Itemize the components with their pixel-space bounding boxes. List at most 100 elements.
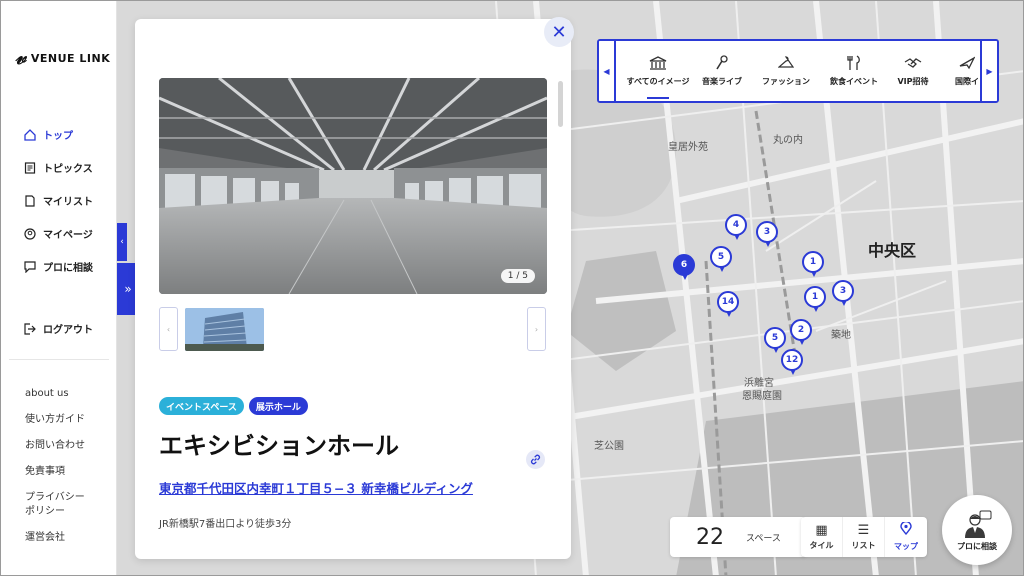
chevron-left-icon: ‹ <box>120 237 124 247</box>
close-button[interactable]: ✕ <box>544 17 574 47</box>
nav-top[interactable]: トップ <box>23 127 73 142</box>
map-label-marunouchi: 丸の内 <box>773 135 803 146</box>
venue-title: エキシビションホール <box>159 432 399 460</box>
sidebar-collapse-tab[interactable]: ‹ <box>117 223 127 261</box>
logo-text: VENUE LINK <box>30 51 111 65</box>
category-fashion-label: ファッション <box>762 77 810 86</box>
nav-top-label: トップ <box>43 131 73 142</box>
venue-tags: イベントスペース 展示ホール <box>159 397 308 415</box>
building-thumbnail-image <box>185 308 264 351</box>
thumbnail-building[interactable] <box>185 308 264 351</box>
nav-mylist-label: マイリスト <box>43 197 93 208</box>
category-vip-label: VIP招待 <box>897 77 929 86</box>
logo-mark: 𝓋 <box>15 45 26 70</box>
result-count: 22 スペース <box>670 517 806 557</box>
nav-mypage-label: マイページ <box>43 230 93 241</box>
sidebar: 𝓋 VENUE LINK トップ トピックス マイリスト マイページ プロに相談… <box>1 1 117 575</box>
footer-link-contact[interactable]: お問い合わせ <box>25 439 85 453</box>
map-label-onshi-teien: 恩賜庭園 <box>742 391 782 402</box>
view-tile-button[interactable]: ▦ タイル <box>801 517 843 557</box>
link-icon[interactable] <box>526 450 545 469</box>
map-pin[interactable]: 2 <box>790 319 812 345</box>
category-international-label: 国際イ <box>955 77 979 86</box>
venue-main-photo[interactable]: 1 / 5 <box>159 78 547 294</box>
category-prev-button[interactable]: ◀ <box>599 41 616 101</box>
app-frame: 皇居外苑 丸の内 中央区 築地 浜離宮 恩賜庭園 芝公園 4 3 6 5 1 1… <box>0 0 1024 576</box>
footer-link-about[interactable]: about us <box>25 387 69 401</box>
thumb-next-button[interactable]: › <box>527 307 546 351</box>
building-icon <box>649 55 667 71</box>
nav-mylist[interactable]: マイリスト <box>23 193 93 208</box>
nav-topics[interactable]: トピックス <box>23 160 93 175</box>
consult-pro-button[interactable]: プロに相談 <box>942 495 1012 565</box>
view-list-label: リスト <box>851 540 876 550</box>
nav-mypage[interactable]: マイページ <box>23 226 93 241</box>
consultant-avatar-icon <box>965 510 992 538</box>
category-music-live[interactable]: 音楽ライブ <box>697 41 747 101</box>
map-pin[interactable]: 12 <box>781 349 803 375</box>
map-pin[interactable]: 3 <box>832 280 854 306</box>
consult-pro-label: プロに相談 <box>957 541 997 551</box>
map-label-tsukiji: 築地 <box>831 330 851 341</box>
hall-photo-image <box>159 78 547 294</box>
map-pin-selected[interactable]: 6 <box>673 254 695 280</box>
view-map-button[interactable]: マップ <box>885 517 927 557</box>
map-pin-icon <box>900 520 912 538</box>
category-bar: ◀ すべてのイメージ 音楽ライブ ファッション 飲食イベント VIP招待 国際イ… <box>597 39 999 103</box>
user-icon <box>23 227 36 240</box>
map-label-shiba-park: 芝公園 <box>594 441 624 452</box>
footer-link-company[interactable]: 運営会社 <box>25 531 65 545</box>
result-count-unit: スペース <box>746 533 781 544</box>
map-pin[interactable]: 1 <box>804 286 826 312</box>
map-pin[interactable]: 4 <box>725 214 747 240</box>
category-vip[interactable]: VIP招待 <box>891 41 935 101</box>
home-icon <box>23 128 36 141</box>
close-icon: ✕ <box>551 21 567 43</box>
map-label-chuo: 中央区 <box>868 241 917 260</box>
category-all-label: すべてのイメージ <box>626 77 690 86</box>
category-all[interactable]: すべてのイメージ <box>623 41 693 101</box>
list-icon: ☰ <box>857 522 870 538</box>
tag-event-space[interactable]: イベントスペース <box>159 397 244 415</box>
map-pin[interactable]: 1 <box>802 251 824 277</box>
sidebar-divider <box>9 359 109 360</box>
chat-icon <box>23 260 36 273</box>
view-switcher: ▦ タイル ☰ リスト マップ <box>801 517 927 557</box>
category-food-event-label: 飲食イベント <box>830 77 878 86</box>
photo-counter: 1 / 5 <box>500 269 535 283</box>
nav-consult-label: プロに相談 <box>43 263 93 274</box>
map-pin[interactable]: 5 <box>764 327 786 353</box>
category-food-event[interactable]: 飲食イベント <box>825 41 883 101</box>
view-list-button[interactable]: ☰ リスト <box>843 517 885 557</box>
map-pin[interactable]: 14 <box>717 291 739 317</box>
logout-icon <box>23 322 36 335</box>
map-pin[interactable]: 5 <box>710 246 732 272</box>
view-tile-label: タイル <box>809 540 834 550</box>
logout-button[interactable]: ログアウト <box>23 321 93 336</box>
cutlery-icon <box>845 55 863 71</box>
map-pin[interactable]: 3 <box>756 221 778 247</box>
plane-icon <box>958 55 976 71</box>
panel-scrollbar[interactable] <box>558 81 563 127</box>
footer-link-disclaimer[interactable]: 免責事項 <box>25 465 65 479</box>
category-fashion[interactable]: ファッション <box>757 41 815 101</box>
double-chevron-icon: » <box>124 282 132 296</box>
footer-link-guide[interactable]: 使い方ガイド <box>25 413 85 427</box>
nav-topics-label: トピックス <box>43 164 93 175</box>
map-label-kokyo: 皇居外苑 <box>668 142 708 153</box>
thumb-prev-button[interactable]: ‹ <box>159 307 178 351</box>
hanger-icon <box>777 55 795 71</box>
grid-icon: ▦ <box>815 522 828 538</box>
view-map-label: マップ <box>894 542 918 551</box>
microphone-icon <box>713 55 731 71</box>
logo[interactable]: 𝓋 VENUE LINK <box>15 47 110 69</box>
footer-link-privacy[interactable]: プライバシー ポリシー <box>25 491 85 519</box>
category-music-live-label: 音楽ライブ <box>702 77 742 86</box>
venue-address-link[interactable]: 東京都千代田区内幸町１丁目５−３ 新幸橋ビルディング <box>159 478 473 497</box>
tag-exhibition-hall[interactable]: 展示ホール <box>248 397 308 415</box>
nav-consult[interactable]: プロに相談 <box>23 259 93 274</box>
category-next-button[interactable]: ▶ <box>980 41 997 101</box>
venue-detail-panel: 1 / 5 ‹ › イベントスペース 展示ホール エキシビションホール 東京都千… <box>135 19 571 559</box>
venue-access: JR新橋駅7番出口より徒歩3分 <box>159 519 292 530</box>
document-icon <box>23 161 36 174</box>
